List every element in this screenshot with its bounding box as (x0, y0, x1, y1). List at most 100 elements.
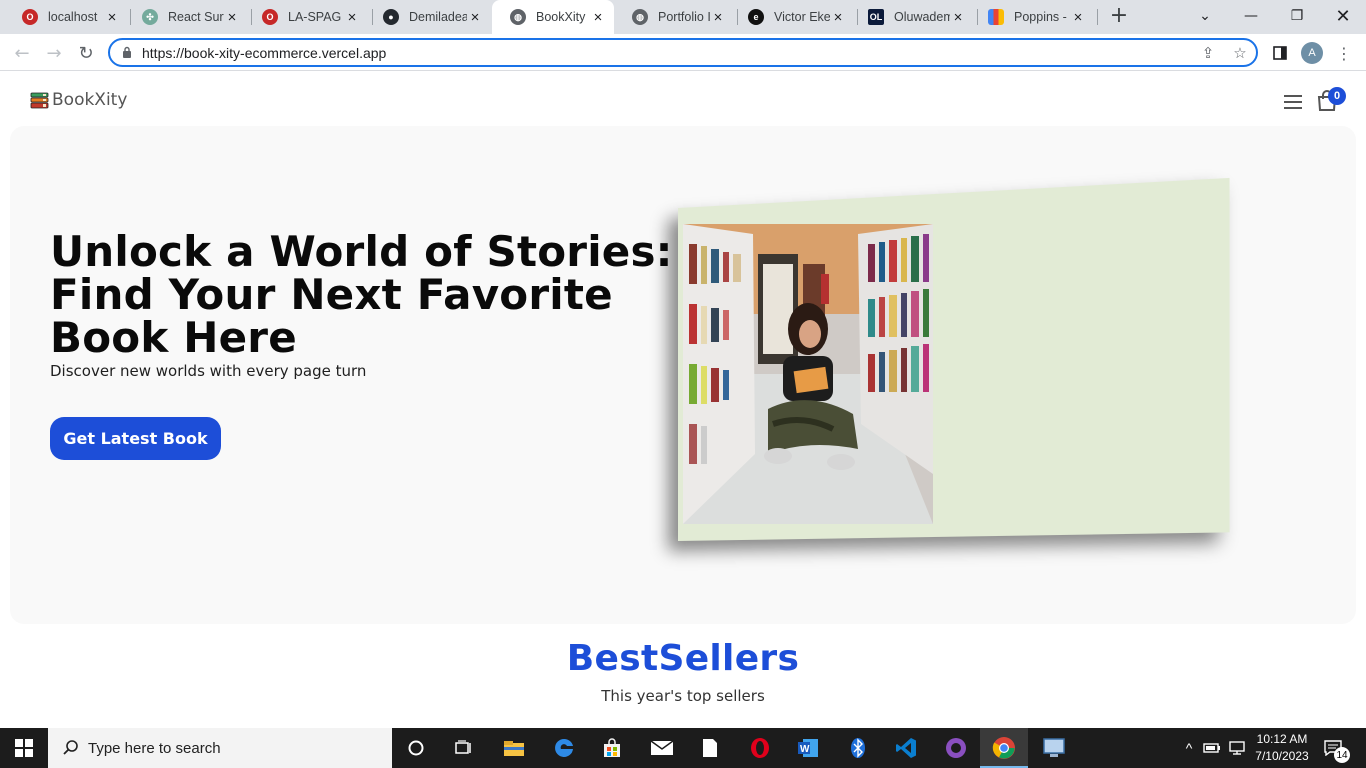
hamburger-menu-icon[interactable] (1284, 95, 1302, 109)
logo-text: BookXity (52, 90, 128, 110)
google-fonts-icon (988, 9, 1004, 25)
browser-tab[interactable]: e Victor Eke × (730, 0, 854, 34)
power-battery-icon[interactable] (1200, 728, 1224, 768)
close-tab-icon[interactable]: × (1070, 9, 1086, 26)
profile-avatar[interactable]: A (1301, 42, 1323, 64)
browser-tab[interactable]: Poppins - × (970, 0, 1094, 34)
svg-text:W: W (800, 744, 810, 755)
browser-tab[interactable]: ✣ React Surv × (124, 0, 248, 34)
file-explorer-icon[interactable] (490, 728, 538, 768)
notification-count-badge: 14 (1334, 747, 1350, 763)
taskbar-search-placeholder: Type here to search (88, 739, 221, 757)
remote-desktop-icon[interactable] (1030, 728, 1078, 768)
microsoft-store-icon[interactable] (588, 728, 636, 768)
close-tab-icon[interactable]: × (104, 9, 120, 26)
minimize-button[interactable]: — (1228, 0, 1274, 32)
close-window-button[interactable]: ✕ (1320, 0, 1366, 32)
opera-icon: O (262, 9, 278, 25)
books-stack-icon (30, 92, 49, 108)
url-text[interactable]: https://book-xity-ecommerce.vercel.app (142, 45, 386, 61)
get-latest-book-button[interactable]: Get Latest Book (50, 417, 221, 460)
windows-logo-icon (15, 739, 33, 757)
bluetooth-icon[interactable] (834, 728, 882, 768)
tab-title: LA-SPAG (288, 10, 342, 24)
address-bar[interactable]: https://book-xity-ecommerce.vercel.app ⇪… (108, 38, 1258, 67)
hero-title-line: Unlock a World of Stories: (50, 227, 673, 276)
github-desktop-icon[interactable] (932, 728, 980, 768)
chrome-icon[interactable] (980, 728, 1028, 768)
cortana-icon[interactable] (392, 728, 440, 768)
reload-button[interactable]: ↻ (74, 41, 98, 65)
close-tab-icon[interactable]: × (590, 9, 606, 26)
share-icon[interactable]: ⇪ (1198, 43, 1218, 63)
browser-tab-active[interactable]: ◍ BookXity × (492, 0, 614, 34)
network-icon[interactable] (1226, 728, 1248, 768)
clock-time: 10:12 AM (1256, 732, 1308, 746)
close-tab-icon[interactable]: × (950, 9, 966, 26)
search-icon (63, 740, 78, 755)
hero-section: Unlock a World of Stories: Find Your Nex… (10, 126, 1356, 624)
browser-tab[interactable]: O localhost × (4, 0, 128, 34)
show-hidden-icons-chevron-icon[interactable]: ^ (1178, 728, 1200, 768)
tab-divider (1097, 9, 1098, 25)
opera-icon: O (22, 9, 38, 25)
tab-title: Poppins - (1014, 10, 1067, 24)
side-panel-icon[interactable] (1268, 41, 1292, 65)
vscode-icon[interactable] (882, 728, 930, 768)
close-tab-icon[interactable]: × (344, 9, 360, 26)
close-tab-icon[interactable]: × (224, 9, 240, 26)
opera-icon[interactable] (736, 728, 784, 768)
tab-title: Demiladea (409, 10, 467, 24)
bestsellers-section: BestSellers This year's top sellers (0, 638, 1366, 705)
word-icon[interactable]: W (784, 728, 832, 768)
tab-title: BookXity (536, 10, 586, 24)
mail-icon[interactable] (638, 728, 686, 768)
cart-count-badge: 0 (1328, 87, 1346, 105)
taskbar-search-box[interactable]: Type here to search (48, 728, 392, 768)
tab-title: Portfolio Ic (658, 10, 710, 24)
tab-title: Victor Eke (774, 10, 830, 24)
ve-logo-icon: e (748, 9, 764, 25)
new-tab-button[interactable]: + (1108, 5, 1130, 28)
openai-icon: ✣ (142, 9, 158, 25)
browser-tab[interactable]: OL Oluwadem × (850, 0, 974, 34)
bestsellers-title: BestSellers (566, 638, 800, 679)
close-tab-icon[interactable]: × (467, 9, 483, 26)
close-tab-icon[interactable]: × (710, 9, 726, 26)
lock-icon (123, 46, 131, 58)
kebab-menu-icon[interactable]: ⋮ (1332, 41, 1356, 65)
globe-icon: ◍ (632, 9, 648, 25)
browser-tab[interactable]: ◍ Portfolio Ic × (614, 0, 734, 34)
back-button[interactable]: ← (10, 41, 34, 65)
hero-title-line: Book Here (50, 313, 297, 362)
hero-photo (683, 224, 933, 524)
bookmark-star-icon[interactable]: ☆ (1230, 43, 1250, 63)
windows-taskbar: Type here to search W ^ 10:12 AM 7/10/20… (0, 728, 1366, 768)
hero-title: Unlock a World of Stories: Find Your Nex… (50, 230, 690, 359)
browser-toolbar: ← → ↻ https://book-xity-ecommerce.vercel… (0, 34, 1366, 71)
tab-title: React Surv (168, 10, 224, 24)
forward-button[interactable]: → (42, 41, 66, 65)
hero-title-line: Find Your Next Favorite (50, 270, 613, 319)
tab-title: Oluwadem (894, 10, 950, 24)
browser-tab[interactable]: ● Demiladea × (365, 0, 491, 34)
browser-tab-strip: O localhost × ✣ React Surv × O LA-SPAG ×… (0, 0, 1366, 34)
hero-subtitle: Discover new worlds with every page turn (50, 362, 367, 380)
bestsellers-subtitle: This year's top sellers (601, 687, 765, 705)
ol-logo-icon: OL (868, 9, 884, 25)
restore-button[interactable]: ❐ (1274, 0, 1320, 32)
edge-icon[interactable] (540, 728, 588, 768)
windows-start-button[interactable] (0, 728, 48, 768)
taskbar-clock[interactable]: 10:12 AM 7/10/2023 (1250, 731, 1314, 765)
site-logo[interactable]: BookXity (30, 90, 127, 110)
globe-icon: ◍ (510, 9, 526, 25)
notepad-file-icon[interactable] (686, 728, 734, 768)
clock-date: 7/10/2023 (1255, 749, 1309, 763)
site-header: BookXity 0 (0, 72, 1366, 126)
web-page: BookXity 0 Unlock a World of Stories: Fi… (0, 72, 1366, 728)
browser-tab[interactable]: O LA-SPAG × (244, 0, 368, 34)
tab-search-chevron-icon[interactable]: ⌄ (1182, 0, 1228, 32)
task-view-icon[interactable] (440, 728, 488, 768)
github-icon: ● (383, 9, 399, 25)
close-tab-icon[interactable]: × (830, 9, 846, 26)
